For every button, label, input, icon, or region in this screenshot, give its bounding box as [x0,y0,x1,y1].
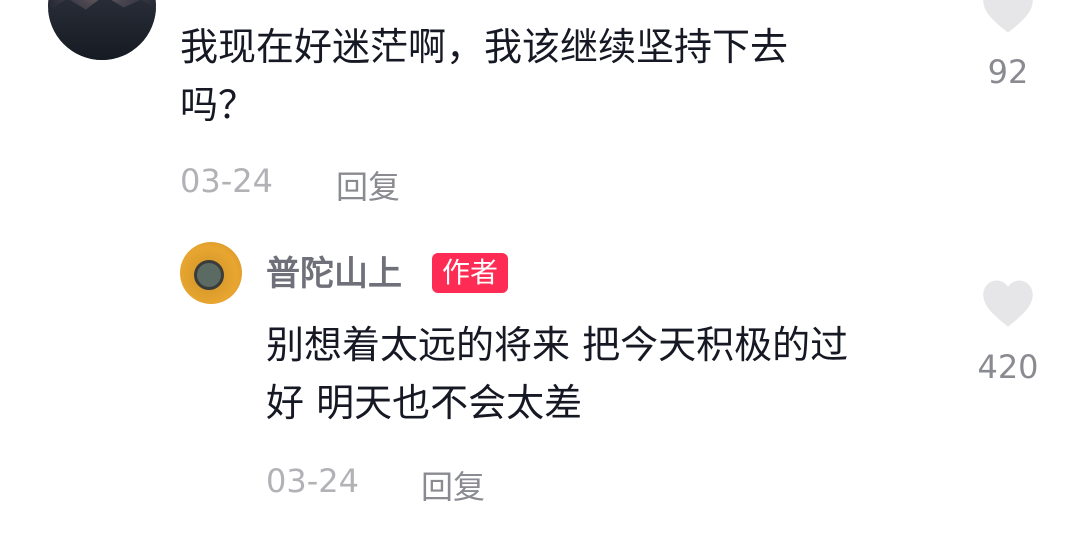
author-badge: 作者 [432,253,509,293]
like-heart-icon[interactable] [981,0,1035,34]
reply-text-line: 好 明天也不会太差 [266,381,583,425]
reply-date: 03-24 [266,462,359,500]
comment-text: 我现在好迷茫啊，我该继续坚持下去 吗？ [180,18,920,134]
commenter-avatar[interactable] [48,0,156,60]
reply-button[interactable]: 回复 [336,162,400,208]
like-heart-icon[interactable] [981,278,1035,328]
author-avatar[interactable] [180,242,242,304]
comment-date: 03-24 [180,162,273,200]
author-name[interactable]: 普陀山上 [266,250,402,298]
reply-text: 别想着太远的将来 把今天积极的过 好 明天也不会太差 [266,316,966,432]
like-count: 92 [987,53,1029,91]
reply-button[interactable]: 回复 [421,462,485,508]
like-count: 420 [977,348,1039,386]
reply-text-line: 别想着太远的将来 把今天积极的过 [266,323,849,367]
comment-text-line: 我现在好迷茫啊，我该继续坚持下去 [180,25,789,69]
comment-text-line: 吗？ [180,83,257,127]
